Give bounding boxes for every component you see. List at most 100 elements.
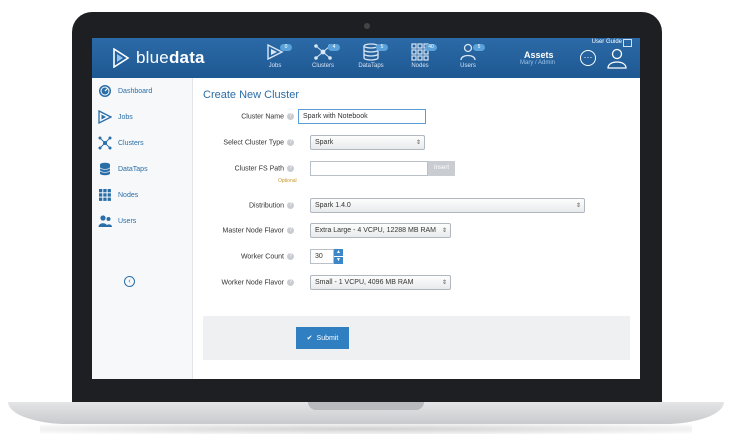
cluster-type-select[interactable]: Spark ⇕ — [310, 135, 425, 150]
master-flavor-label: Master Node Flavor? — [204, 227, 294, 234]
laptop-base — [8, 402, 724, 424]
help-icon[interactable]: ? — [287, 253, 294, 260]
ellipsis-icon: ··· — [583, 52, 593, 62]
assets-user: Mary / Admin — [520, 60, 556, 66]
users-icon — [98, 215, 112, 227]
worker-flavor-label: Worker Node Flavor? — [204, 279, 294, 286]
sidebar-item-dashboard[interactable]: Dashboard — [98, 84, 152, 98]
collapse-sidebar-button[interactable]: ‹ — [124, 276, 135, 287]
nav-datataps-badge: 5 — [376, 44, 388, 51]
fs-path-input[interactable] — [310, 161, 428, 176]
bluedata-logo[interactable]: bluedata — [112, 47, 205, 69]
nodes-icon — [99, 189, 111, 201]
sidebar-item-clusters[interactable]: Clusters — [98, 136, 144, 150]
nav-users-badge: 5 — [473, 44, 485, 51]
help-icon[interactable]: ? — [287, 139, 294, 146]
sidebar-item-users[interactable]: Users — [98, 214, 136, 228]
nav-users-label: Users — [460, 63, 476, 69]
nav-nodes[interactable]: Nodes 40 — [400, 43, 440, 77]
dashboard-icon — [99, 85, 111, 97]
brand-text: bluedata — [136, 48, 205, 68]
user-guide-link[interactable]: User Guide — [592, 39, 622, 45]
select-caret-icon: ⇕ — [441, 280, 447, 286]
sidebar-label-dashboard: Dashboard — [118, 87, 153, 95]
brand-text-light: blue — [136, 48, 169, 67]
fs-path-label: Cluster FS Path? — [204, 165, 294, 172]
nav-users[interactable]: Users 5 — [448, 43, 488, 77]
select-caret-icon: ⇕ — [575, 203, 581, 209]
distribution-label: Distribution? — [204, 202, 294, 209]
sidebar-item-jobs[interactable]: Jobs — [98, 110, 133, 124]
submit-label: Submit — [316, 334, 339, 342]
datataps-icon — [99, 162, 111, 176]
logo-icon — [113, 48, 130, 68]
form-footer — [203, 316, 630, 360]
fs-path-label-text: Cluster FS Path — [234, 165, 284, 173]
page-title: Create New Cluster — [203, 89, 299, 101]
brand-text-bold: data — [168, 48, 205, 67]
sidebar-label-jobs: Jobs — [118, 113, 133, 121]
sidebar: Dashboard Jobs Clusters DataTaps Nodes U… — [92, 78, 193, 379]
insert-button[interactable]: Insert — [428, 161, 455, 176]
nav-jobs-label: Jobs — [268, 63, 282, 69]
distribution-value: Spark 1.4.0 — [315, 202, 351, 209]
distribution-select[interactable]: Spark 1.4.0 ⇕ — [310, 198, 585, 213]
master-flavor-label-text: Master Node Flavor — [222, 227, 284, 235]
cluster-type-label-text: Select Cluster Type — [223, 139, 284, 147]
cluster-name-input[interactable]: Spark with Notebook — [298, 109, 426, 124]
app-screen: bluedata Jobs 0 Clusters 4 DataTaps 5 No… — [92, 38, 640, 379]
top-navigation-bar: bluedata Jobs 0 Clusters 4 DataTaps 5 No… — [92, 38, 640, 78]
nav-datataps-label: DataTaps — [358, 63, 384, 69]
master-flavor-value: Extra Large - 4 VCPU, 12288 MB RAM — [315, 227, 436, 234]
nav-datataps[interactable]: DataTaps 5 — [351, 43, 391, 77]
help-icon[interactable]: ? — [287, 202, 294, 209]
help-icon[interactable]: ? — [287, 279, 294, 286]
chevron-left-icon: ‹ — [128, 278, 131, 285]
cluster-type-label: Select Cluster Type? — [204, 139, 294, 146]
sidebar-item-datataps[interactable]: DataTaps — [98, 162, 148, 176]
sidebar-item-nodes[interactable]: Nodes — [98, 188, 138, 202]
more-options-button[interactable]: ··· — [580, 50, 596, 66]
select-caret-icon: ⇕ — [441, 228, 447, 234]
nav-clusters-label: Clusters — [311, 63, 334, 69]
camera-dot — [364, 23, 370, 29]
worker-flavor-label-text: Worker Node Flavor — [221, 279, 284, 287]
sidebar-label-clusters: Clusters — [118, 139, 144, 147]
nav-jobs-badge: 0 — [280, 44, 292, 51]
assets-title: Assets — [524, 50, 554, 60]
cluster-type-value: Spark — [315, 139, 334, 146]
nav-jobs[interactable]: Jobs 0 — [255, 43, 295, 77]
cluster-name-label-text: Cluster Name — [241, 113, 284, 121]
clusters-icon — [98, 136, 112, 150]
worker-count-stepper[interactable]: ▲ ▼ — [334, 249, 343, 264]
user-guide-book-icon[interactable] — [623, 39, 632, 47]
worker-flavor-select[interactable]: Small - 1 VCPU, 4096 MB RAM ⇕ — [310, 275, 451, 290]
help-icon[interactable]: ? — [287, 227, 294, 234]
laptop-notch — [308, 402, 424, 410]
sidebar-label-users: Users — [118, 217, 137, 225]
checkmark-icon: ✔ — [306, 335, 313, 342]
submit-button[interactable]: ✔ Submit — [296, 327, 349, 349]
nav-nodes-label: Nodes — [411, 63, 429, 69]
nav-nodes-badge: 40 — [425, 44, 437, 51]
worker-count-label: Worker Count? — [204, 253, 294, 260]
laptop-shadow — [40, 424, 692, 434]
worker-flavor-value: Small - 1 VCPU, 4096 MB RAM — [315, 279, 414, 286]
select-caret-icon: ⇕ — [415, 140, 421, 146]
worker-count-input[interactable]: 30 — [310, 249, 334, 264]
worker-count-label-text: Worker Count — [240, 253, 284, 261]
cluster-name-label: Cluster Name? — [204, 113, 294, 120]
jobs-icon — [98, 110, 112, 124]
stepper-down-icon[interactable]: ▼ — [334, 257, 343, 264]
master-flavor-select[interactable]: Extra Large - 4 VCPU, 12288 MB RAM ⇕ — [310, 223, 451, 238]
sidebar-label-datataps: DataTaps — [118, 165, 148, 173]
nav-clusters-badge: 4 — [328, 44, 340, 51]
stepper-up-icon[interactable]: ▲ — [334, 249, 343, 256]
distribution-label-text: Distribution — [248, 202, 284, 210]
user-profile-icon[interactable] — [606, 47, 628, 69]
optional-hint: Optional — [278, 178, 297, 184]
help-icon[interactable]: ? — [287, 113, 294, 120]
nav-clusters[interactable]: Clusters 4 — [303, 43, 343, 77]
help-icon[interactable]: ? — [287, 165, 294, 172]
sidebar-label-nodes: Nodes — [118, 191, 139, 199]
